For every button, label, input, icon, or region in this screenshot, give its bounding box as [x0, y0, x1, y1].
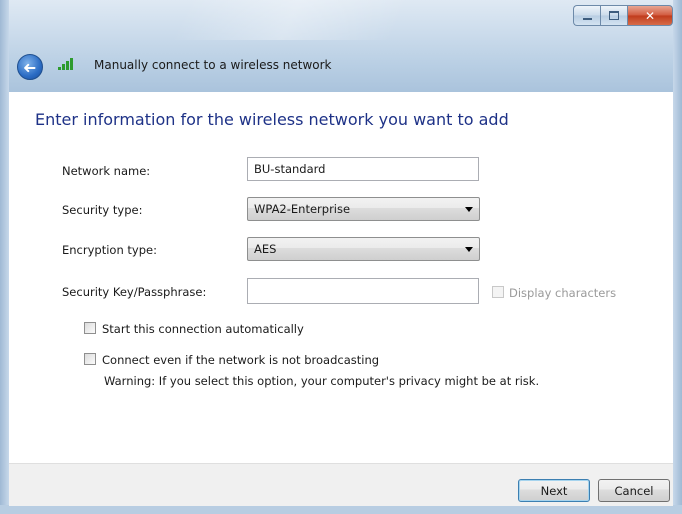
glass-reflection: [170, 0, 410, 40]
encryption-type-select[interactable]: AES: [247, 237, 480, 261]
encryption-type-label: Encryption type:: [62, 243, 157, 257]
connect-not-broadcasting-label: Connect even if the network is not broad…: [102, 353, 380, 367]
close-button[interactable]: ✕: [627, 5, 673, 26]
security-type-value: WPA2-Enterprise: [254, 202, 351, 216]
privacy-warning: Warning: If you select this option, your…: [104, 374, 540, 388]
dropdown-arrow-icon: [465, 207, 473, 212]
minimize-button[interactable]: [573, 5, 600, 26]
security-key-input[interactable]: [247, 278, 479, 304]
button-bar: Next Cancel: [9, 463, 673, 506]
window-border-left: [0, 0, 9, 514]
security-key-label: Security Key/Passphrase:: [62, 285, 207, 299]
network-name-value: BU-standard: [254, 162, 326, 176]
back-arrow-icon: ➜: [23, 57, 37, 77]
caption-buttons: ✕: [573, 5, 673, 26]
connect-not-broadcasting-checkbox[interactable]: [84, 353, 96, 365]
next-button-label: Next: [540, 483, 568, 498]
display-characters-label: Display characters: [509, 286, 617, 300]
encryption-type-value: AES: [254, 242, 277, 256]
dropdown-arrow-icon: [465, 247, 473, 252]
wizard-window: ✕ ➜ Manually connect to a wireless netwo…: [0, 0, 682, 514]
network-name-input[interactable]: BU-standard: [247, 157, 479, 181]
close-icon: ✕: [644, 8, 656, 23]
cancel-button[interactable]: Cancel: [598, 479, 670, 502]
minimize-icon: [582, 17, 592, 20]
window-border-bottom: [0, 505, 682, 514]
next-button[interactable]: Next: [518, 479, 590, 502]
display-characters-checkbox[interactable]: [492, 286, 504, 298]
network-name-label: Network name:: [62, 164, 151, 178]
page-title: Enter information for the wireless netwo…: [35, 110, 509, 129]
cancel-button-label: Cancel: [614, 483, 654, 498]
address-title: Manually connect to a wireless network: [94, 58, 332, 72]
wizard-content: Enter information for the wireless netwo…: [9, 92, 673, 463]
window-border-right: [673, 0, 682, 514]
start-automatically-label: Start this connection automatically: [102, 322, 304, 336]
security-type-label: Security type:: [62, 203, 143, 217]
security-type-select[interactable]: WPA2-Enterprise: [247, 197, 480, 221]
maximize-icon: [609, 11, 619, 20]
start-automatically-checkbox[interactable]: [84, 322, 96, 334]
address-bar: Manually connect to a wireless network: [84, 55, 674, 77]
back-button[interactable]: ➜: [17, 54, 43, 80]
maximize-button[interactable]: [600, 5, 627, 26]
wireless-signal-icon: [58, 58, 74, 70]
